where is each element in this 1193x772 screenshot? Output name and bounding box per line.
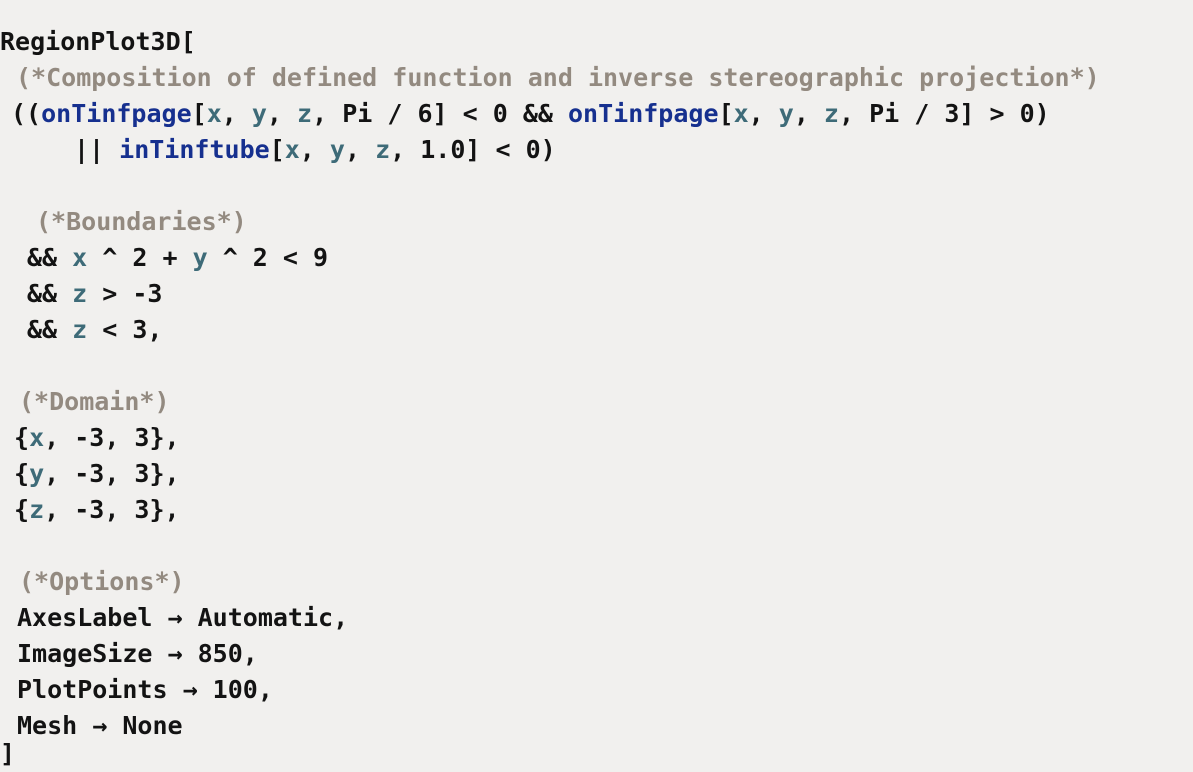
arg-bracket-open-1: [: [191, 99, 207, 128]
and-operator-1: &&: [27, 243, 73, 272]
power-expr-2: ^ 2 < 9: [207, 243, 329, 272]
function-ontinfpage-2: onTinfpage: [568, 99, 719, 128]
comparison-2: > 0): [974, 99, 1050, 128]
rule-arrow-1: →: [152, 603, 198, 632]
brace-open-y: {: [14, 459, 30, 488]
variable-y-2: y: [778, 99, 794, 128]
comment-composition: (*Composition of defined function and in…: [16, 63, 1100, 92]
comparison-3: < 0): [480, 135, 556, 164]
comma-5: ,: [793, 99, 824, 128]
arg-bracket-open-3: [: [269, 135, 285, 164]
tube-radius: 1.0: [420, 135, 466, 164]
variable-z-2: z: [823, 99, 839, 128]
option-name-mesh: Mesh: [17, 711, 78, 740]
comma-8: ,: [344, 135, 376, 164]
boundary-expr-3: < 3,: [87, 315, 163, 344]
option-value-mesh: None: [122, 711, 183, 740]
rule-arrow-3: →: [167, 675, 213, 704]
comma-6: ,: [838, 99, 870, 128]
code-line-condition-2: || inTinftube[x, y, z, 1.0] < 0): [74, 132, 556, 168]
arg-bracket-close-3: ]: [465, 135, 481, 164]
option-value-plotpoints: 100,: [212, 675, 273, 704]
code-line-head: RegionPlot3D[: [0, 24, 196, 60]
variable-x-3: x: [284, 135, 300, 164]
rule-arrow-2: →: [152, 639, 198, 668]
code-line-boundary-1: && x ^ 2 + y ^ 2 < 9: [27, 240, 328, 276]
comma-3: ,: [312, 99, 343, 128]
comma-1: ,: [221, 99, 252, 128]
option-name-imagesize: ImageSize: [17, 639, 153, 668]
comma-4: ,: [748, 99, 779, 128]
arg-bracket-close-1: ]: [432, 99, 448, 128]
comment-domain: (*Domain*): [19, 387, 170, 416]
and-operator-3: &&: [27, 315, 73, 344]
brace-open-z: {: [14, 495, 30, 524]
function-head: RegionPlot3D: [0, 27, 181, 56]
domain-range-y: , -3, 3},: [44, 459, 180, 488]
code-listing[interactable]: RegionPlot3D[ (*Composition of defined f…: [0, 0, 1193, 772]
comment-boundaries: (*Boundaries*): [36, 207, 247, 236]
close-bracket: ]: [0, 739, 16, 768]
option-value-imagesize: 850,: [197, 639, 258, 668]
function-intinftube: inTinftube: [119, 135, 270, 164]
domain-range-x: , -3, 3},: [44, 423, 180, 452]
function-ontinfpage-1: onTinfpage: [41, 99, 192, 128]
domain-range-z: , -3, 3},: [44, 495, 180, 524]
power-expr-1: ^ 2 +: [87, 243, 193, 272]
variable-z-5: z: [72, 315, 88, 344]
code-line-condition-1: ((onTinfpage[x, y, z, Pi / 6] < 0 && onT…: [11, 96, 1050, 132]
boundary-expr-2: > -3: [87, 279, 163, 308]
open-bracket: [: [180, 27, 196, 56]
code-line-option-axeslabel: AxesLabel → Automatic,: [17, 600, 348, 636]
code-line-option-imagesize: ImageSize → 850,: [17, 636, 258, 672]
arg-bracket-open-2: [: [718, 99, 734, 128]
rule-arrow-4: →: [77, 711, 123, 740]
variable-y: y: [251, 99, 267, 128]
domain-variable-x: x: [29, 423, 45, 452]
pi-over-6: Pi / 6: [342, 99, 433, 128]
arg-bracket-close-2: ]: [959, 99, 975, 128]
comma-7: ,: [299, 135, 330, 164]
code-line-domain-y: {y, -3, 3},: [14, 456, 180, 492]
variable-x-2: x: [733, 99, 749, 128]
comment-options: (*Options*): [19, 567, 185, 596]
code-line-domain-x: {x, -3, 3},: [14, 420, 180, 456]
or-operator: ||: [74, 135, 120, 164]
comparison-1: < 0 &&: [447, 99, 568, 128]
option-value-axeslabel: Automatic,: [197, 603, 349, 632]
code-line-boundary-3: && z < 3,: [27, 312, 162, 348]
comma-9: ,: [390, 135, 421, 164]
option-name-plotpoints: PlotPoints: [17, 675, 168, 704]
brace-open-x: {: [14, 423, 30, 452]
variable-x-4: x: [72, 243, 88, 272]
variable-y-4: y: [192, 243, 208, 272]
domain-variable-y: y: [29, 459, 45, 488]
variable-z: z: [297, 99, 313, 128]
code-line-boundary-2: && z > -3: [27, 276, 162, 312]
variable-z-3: z: [375, 135, 391, 164]
pi-over-3: Pi / 3: [869, 99, 960, 128]
code-line-option-mesh: Mesh → None: [17, 708, 183, 744]
comma-2: ,: [266, 99, 298, 128]
code-line-close: ]: [0, 736, 15, 772]
code-line-domain-z: {z, -3, 3},: [14, 492, 180, 528]
variable-x: x: [206, 99, 222, 128]
code-line-option-plotpoints: PlotPoints → 100,: [17, 672, 273, 708]
option-name-axeslabel: AxesLabel: [17, 603, 153, 632]
and-operator-2: &&: [27, 279, 73, 308]
paren-open: ((: [11, 99, 42, 128]
variable-z-4: z: [72, 279, 88, 308]
domain-variable-z: z: [29, 495, 45, 524]
variable-y-3: y: [329, 135, 345, 164]
